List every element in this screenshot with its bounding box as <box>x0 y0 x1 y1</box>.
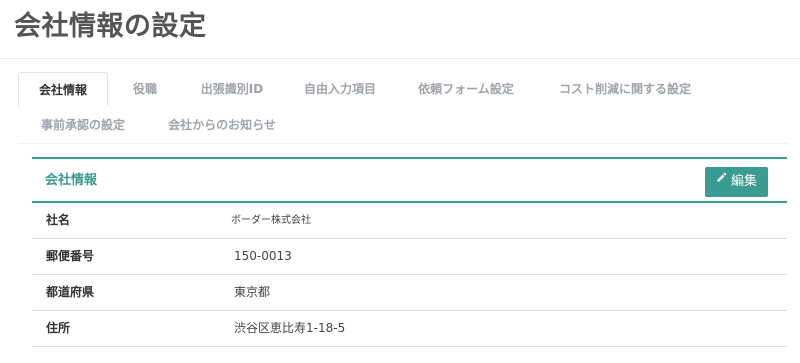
table-row: 都道府県 東京都 <box>32 275 787 311</box>
info-rows: 社名 ボーダー株式会社 郵便番号 150-0013 都道府県 東京都 住所 渋谷… <box>32 203 787 347</box>
panel-title: 会社情報 <box>45 173 98 188</box>
edit-button[interactable]: 編集 <box>705 167 768 197</box>
page-header: 会社情報の設定 <box>0 0 800 59</box>
edit-button-label: 編集 <box>730 174 757 189</box>
panel-header: 会社情報 編集 <box>32 159 787 203</box>
field-value-prefecture: 東京都 <box>234 285 271 299</box>
company-info-panel: 会社情報 編集 社名 ボーダー株式会社 郵便番号 150-0013 都道府県 東… <box>32 157 787 363</box>
field-label-postal-code: 郵便番号 <box>46 249 95 263</box>
tab-trip-id[interactable]: 出張識別ID <box>182 72 282 106</box>
table-row: 住所 渋谷区恵比寿1-18-5 <box>32 311 787 347</box>
table-row: 社名 ボーダー株式会社 <box>32 203 787 239</box>
field-value-postal-code: 150-0013 <box>234 249 292 263</box>
field-label-company-name: 社名 <box>46 213 71 227</box>
tab-request-form[interactable]: 依頼フォーム設定 <box>398 72 534 106</box>
field-label-address: 住所 <box>46 321 71 335</box>
tab-pre-approval[interactable]: 事前承認の設定 <box>18 108 148 142</box>
field-label-prefecture: 都道府県 <box>46 285 95 299</box>
table-row: 郵便番号 150-0013 <box>32 239 787 275</box>
page-title: 会社情報の設定 <box>14 11 207 42</box>
tab-bar: 会社情報 役職 出張識別ID 自由入力項目 依頼フォーム設定 コスト削減に関する… <box>18 72 788 144</box>
tab-company-info[interactable]: 会社情報 <box>18 72 108 106</box>
field-value-company-name: ボーダー株式会社 <box>231 215 311 226</box>
tab-cost-reduction[interactable]: コスト削減に関する設定 <box>534 72 716 106</box>
tab-free-input[interactable]: 自由入力項目 <box>282 72 398 106</box>
tab-company-notices[interactable]: 会社からのお知らせ <box>148 108 296 142</box>
tab-positions[interactable]: 役職 <box>108 72 182 106</box>
field-value-address: 渋谷区恵比寿1-18-5 <box>234 321 346 335</box>
tabs-divider <box>18 143 788 144</box>
pencil-icon <box>716 165 727 195</box>
